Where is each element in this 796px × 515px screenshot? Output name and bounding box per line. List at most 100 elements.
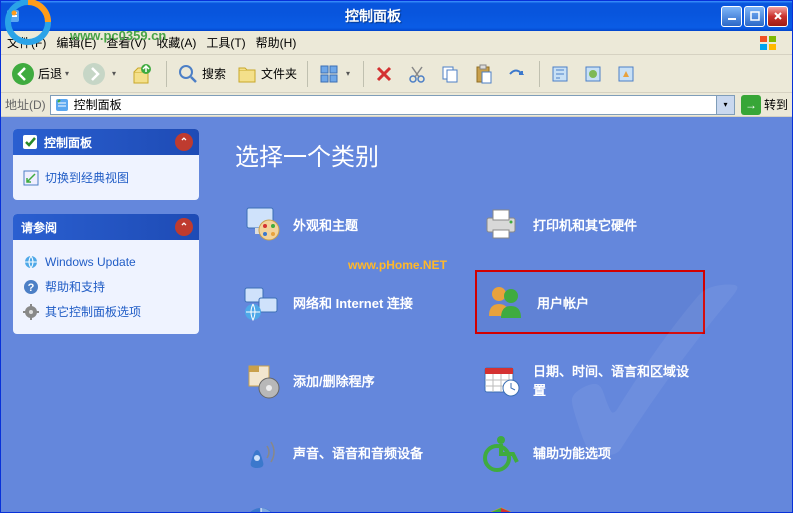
category-grid: 外观和主题 打印机和其它硬件 网络和 Internet 连接 用户帐户 添加/删 <box>235 198 768 512</box>
performance-icon <box>241 504 281 512</box>
collapse-button[interactable]: ⌃ <box>175 218 193 236</box>
panel-link-label: Windows Update <box>45 255 136 269</box>
forward-dropdown-icon[interactable]: ▾ <box>109 69 119 78</box>
views-button[interactable]: ▾ <box>314 60 357 88</box>
sidebar: 控制面板 ⌃ 切换到经典视图 请参阅 ⌃ <box>1 117 211 512</box>
accessibility-icon <box>481 432 521 472</box>
category-label: 打印机和其它硬件 <box>533 215 637 234</box>
menu-file[interactable]: 文件(F) <box>7 34 46 51</box>
menu-edit[interactable]: 编辑(E) <box>56 34 96 51</box>
switch-view-icon <box>23 170 39 186</box>
panel-control-header: 控制面板 ⌃ <box>13 129 199 155</box>
switch-classic-view-link[interactable]: 切换到经典视图 <box>23 165 189 190</box>
category-label: 日期、时间、语言和区域设置 <box>533 361 699 399</box>
category-appearance[interactable]: 外观和主题 <box>235 198 455 250</box>
addressbar: 地址(D) 控制面板 ▾ → 转到 <box>1 93 792 117</box>
panel-see-also-title: 请参阅 <box>21 219 57 236</box>
category-add-remove[interactable]: 添加/删除程序 <box>235 354 455 406</box>
globe-icon <box>23 254 39 270</box>
help-support-link[interactable]: ? 帮助和支持 <box>23 274 189 299</box>
category-security[interactable]: 安全中心 <box>475 498 705 512</box>
user-accounts-icon <box>485 282 525 322</box>
tool-b-button[interactable] <box>579 61 610 87</box>
search-label: 搜索 <box>202 65 226 82</box>
menubar: 文件(F) 编辑(E) 查看(V) 收藏(A) 工具(T) 帮助(H) <box>1 31 792 55</box>
windows-logo-icon <box>750 33 788 53</box>
page-title: 选择一个类别 <box>235 137 768 172</box>
folders-label: 文件夹 <box>261 65 297 82</box>
views-dropdown-icon[interactable]: ▾ <box>343 69 353 78</box>
maximize-button[interactable] <box>744 6 765 27</box>
delete-button[interactable] <box>370 61 401 87</box>
toolbar-separator <box>539 61 540 87</box>
titlebar-icon <box>5 8 21 24</box>
panel-see-also-header: 请参阅 ⌃ <box>13 214 199 240</box>
go-icon: → <box>741 95 761 115</box>
undo-button[interactable] <box>502 61 533 87</box>
printer-icon <box>481 204 521 244</box>
address-icon <box>54 97 70 113</box>
svg-text:?: ? <box>28 282 35 294</box>
category-user-accounts[interactable]: 用户帐户 <box>475 270 705 334</box>
address-dropdown[interactable]: ▾ <box>717 95 735 115</box>
menu-tools[interactable]: 工具(T) <box>206 34 245 51</box>
toolbar-separator <box>166 61 167 87</box>
panel-link-label: 帮助和支持 <box>45 278 105 295</box>
menu-favorites[interactable]: 收藏(A) <box>156 34 196 51</box>
other-cp-options-link[interactable]: 其它控制面板选项 <box>23 299 189 324</box>
paste-button[interactable] <box>469 61 500 87</box>
panel-control-title: 控制面板 <box>44 134 92 151</box>
category-label: 添加/删除程序 <box>293 371 375 390</box>
minimize-button[interactable] <box>721 6 742 27</box>
go-label: 转到 <box>764 96 788 113</box>
cut-button[interactable] <box>403 61 434 87</box>
address-value: 控制面板 <box>74 96 122 113</box>
windows-update-link[interactable]: Windows Update <box>23 250 189 274</box>
toolbar-separator <box>307 61 308 87</box>
toolbar: 后退 ▾ ▾ 搜索 文件夹 ▾ <box>1 55 792 93</box>
tool-c-button[interactable] <box>612 61 643 87</box>
category-label: 外观和主题 <box>293 215 358 234</box>
address-field[interactable]: 控制面板 <box>50 95 717 115</box>
collapse-button[interactable]: ⌃ <box>175 133 193 151</box>
category-label: 辅助功能选项 <box>533 443 611 462</box>
forward-button[interactable]: ▾ <box>78 59 123 89</box>
add-remove-icon <box>241 360 281 400</box>
category-printers[interactable]: 打印机和其它硬件 <box>475 198 705 250</box>
category-accessibility[interactable]: 辅助功能选项 <box>475 426 705 478</box>
category-label: 网络和 Internet 连接 <box>293 293 413 312</box>
window-frame: 控制面板 文件(F) 编辑(E) 查看(V) 收藏(A) 工具(T) 帮助(H)… <box>0 0 793 513</box>
panel-control: 控制面板 ⌃ 切换到经典视图 <box>13 129 199 200</box>
up-button[interactable] <box>125 59 160 89</box>
category-date-time[interactable]: 日期、时间、语言和区域设置 <box>475 354 705 406</box>
titlebar: 控制面板 <box>1 1 792 31</box>
panel-see-also: 请参阅 ⌃ Windows Update ? 帮助和支持 其它控制面板选项 <box>13 214 199 334</box>
category-label: 用户帐户 <box>537 293 589 312</box>
help-icon: ? <box>23 279 39 295</box>
menu-view[interactable]: 查看(V) <box>106 34 146 51</box>
menu-help[interactable]: 帮助(H) <box>256 34 297 51</box>
sound-icon <box>241 432 281 472</box>
category-performance[interactable]: 性能和维护 <box>235 498 455 512</box>
back-button[interactable]: 后退 ▾ <box>7 59 76 89</box>
close-button[interactable] <box>767 6 788 27</box>
go-button[interactable]: → 转到 <box>741 95 788 115</box>
shield-icon <box>481 504 521 512</box>
gear-icon <box>23 304 39 320</box>
appearance-icon <box>241 204 281 244</box>
calendar-icon <box>481 360 521 400</box>
back-dropdown-icon[interactable]: ▾ <box>62 69 72 78</box>
window-title: 控制面板 <box>25 6 721 26</box>
toolbar-separator <box>363 61 364 87</box>
tool-a-button[interactable] <box>546 61 577 87</box>
category-network[interactable]: 网络和 Internet 连接 <box>235 270 455 334</box>
category-label: 声音、语音和音频设备 <box>293 443 423 462</box>
category-sound[interactable]: 声音、语音和音频设备 <box>235 426 455 478</box>
panel-link-label: 其它控制面板选项 <box>45 303 141 320</box>
copy-button[interactable] <box>436 61 467 87</box>
folders-button[interactable]: 文件夹 <box>232 60 301 88</box>
panel-link-label: 切换到经典视图 <box>45 169 129 186</box>
content-area: 控制面板 ⌃ 切换到经典视图 请参阅 ⌃ <box>1 117 792 512</box>
search-button[interactable]: 搜索 <box>173 60 230 88</box>
panel-control-icon <box>21 133 39 151</box>
